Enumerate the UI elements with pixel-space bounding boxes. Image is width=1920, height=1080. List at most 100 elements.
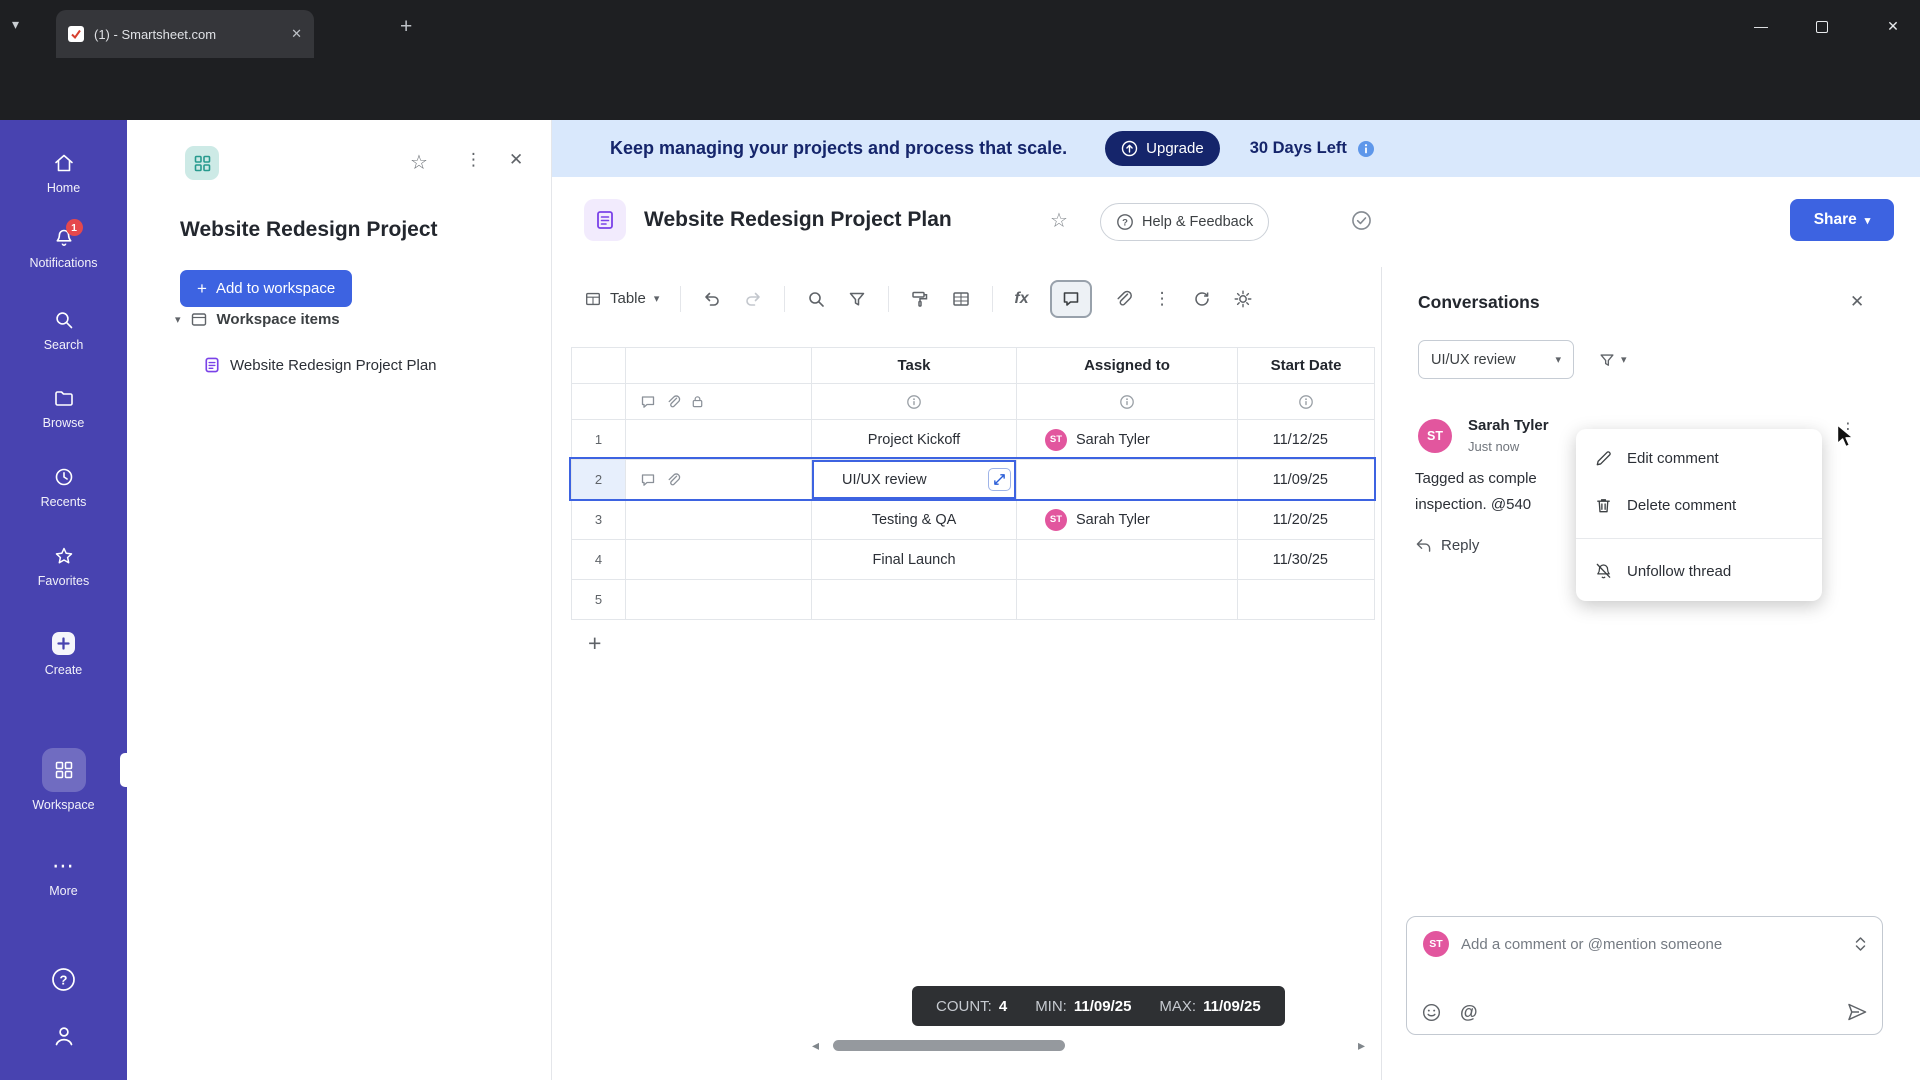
row-number[interactable]: 5 xyxy=(572,580,626,620)
attachment-icon[interactable] xyxy=(665,394,681,410)
upgrade-button[interactable]: Upgrade xyxy=(1105,131,1220,166)
sidebar-item-browse[interactable]: Browse xyxy=(0,386,127,430)
workspace-items-section[interactable]: ▾ Workspace items xyxy=(175,310,340,328)
window-maximize-button[interactable] xyxy=(1816,21,1828,33)
assigned-cell[interactable] xyxy=(1017,540,1238,580)
share-button[interactable]: Share ▾ xyxy=(1790,199,1894,241)
sidebar-item-create[interactable]: Create xyxy=(0,630,127,677)
comment-kebab-icon[interactable]: ⋮ xyxy=(1840,419,1856,439)
window-close-button[interactable]: ✕ xyxy=(1880,18,1906,35)
task-cell[interactable]: Project Kickoff xyxy=(812,420,1017,460)
composer-expand-icon[interactable] xyxy=(1853,934,1868,954)
scroll-right-arrow[interactable]: ▸ xyxy=(1358,1037,1365,1054)
date-cell[interactable]: 11/12/25 xyxy=(1238,420,1375,460)
help-feedback-button[interactable]: ? Help & Feedback xyxy=(1100,203,1270,241)
tab-search-chevron-icon[interactable]: ▾ xyxy=(12,16,19,33)
settings-gear-icon[interactable] xyxy=(1233,289,1253,309)
panel-close-icon[interactable]: ✕ xyxy=(509,150,523,170)
task-cell[interactable]: Testing & QA xyxy=(812,500,1017,540)
date-cell[interactable]: 11/30/25 xyxy=(1238,540,1375,580)
window-minimize-button[interactable]: — xyxy=(1748,18,1774,34)
sidebar-item-search[interactable]: Search xyxy=(0,308,127,352)
sidebar-item-notifications[interactable]: 1 Notifications xyxy=(0,219,127,270)
assigned-cell[interactable]: ST Sarah Tyler xyxy=(1017,420,1238,460)
date-cell[interactable] xyxy=(1238,580,1375,620)
sheet-favorite-star-icon[interactable]: ☆ xyxy=(1050,208,1068,233)
date-cell[interactable]: 11/20/25 xyxy=(1238,500,1375,540)
row-number[interactable]: 2 xyxy=(572,460,626,500)
chevron-down-icon[interactable]: ▾ xyxy=(175,313,181,326)
row-icons-header[interactable] xyxy=(626,348,812,384)
assigned-cell[interactable] xyxy=(1017,460,1238,500)
row-number[interactable]: 4 xyxy=(572,540,626,580)
comment-icon[interactable] xyxy=(640,394,656,410)
menu-item-delete-comment[interactable]: Delete comment xyxy=(1576,482,1822,529)
conversations-close-icon[interactable]: ✕ xyxy=(1850,292,1864,312)
formula-icon[interactable]: fx xyxy=(1014,290,1028,308)
reply-button[interactable]: Reply xyxy=(1415,537,1479,554)
conversation-filter-button[interactable]: ▾ xyxy=(1592,340,1633,379)
attachment-icon[interactable] xyxy=(665,472,681,488)
header-row-icons xyxy=(626,384,812,420)
scroll-left-arrow[interactable]: ◂ xyxy=(812,1037,819,1054)
add-row-button[interactable]: + xyxy=(588,630,601,657)
column-header-task[interactable]: Task xyxy=(812,348,1017,384)
browser-tab[interactable]: (1) - Smartsheet.com ✕ xyxy=(56,10,314,58)
row-icons-cell[interactable] xyxy=(626,540,812,580)
menu-item-unfollow-thread[interactable]: Unfollow thread xyxy=(1576,548,1822,595)
cell-format-icon[interactable] xyxy=(951,289,971,309)
sidebar-item-home[interactable]: Home xyxy=(0,151,127,195)
task-info-icon[interactable] xyxy=(812,384,1017,420)
column-header-assigned[interactable]: Assigned to xyxy=(1017,348,1238,384)
horizontal-scrollbar-thumb[interactable] xyxy=(833,1040,1065,1051)
task-cell-selected[interactable]: UI/UX review xyxy=(812,460,1017,500)
mention-icon[interactable]: @ xyxy=(1460,1002,1478,1023)
format-painter-icon[interactable] xyxy=(910,289,930,309)
task-cell[interactable] xyxy=(812,580,1017,620)
search-icon[interactable] xyxy=(806,289,826,309)
emoji-icon[interactable] xyxy=(1421,1002,1442,1023)
add-to-workspace-button[interactable]: + Add to workspace xyxy=(180,270,353,307)
favorite-star-icon[interactable]: ☆ xyxy=(410,150,428,175)
activity-history-icon[interactable] xyxy=(1192,289,1212,309)
sidebar-item-workspace[interactable]: Workspace xyxy=(0,748,127,812)
sheet-list-item[interactable]: Website Redesign Project Plan xyxy=(203,356,437,374)
toolbar-kebab-icon[interactable]: ⋮ xyxy=(1154,289,1171,309)
new-tab-button[interactable]: + xyxy=(400,16,412,38)
sidebar-help-button[interactable]: ? xyxy=(0,966,127,993)
tab-close-icon[interactable]: ✕ xyxy=(291,26,302,42)
row-icons-cell[interactable] xyxy=(626,500,812,540)
row-icons-cell[interactable] xyxy=(626,420,812,460)
comment-icon[interactable] xyxy=(640,472,656,488)
info-icon[interactable] xyxy=(1357,140,1375,158)
thread-filter-dropdown[interactable]: UI/UX review ▾ xyxy=(1418,340,1574,379)
sidebar-item-recents[interactable]: Recents xyxy=(0,465,127,509)
row-number[interactable]: 1 xyxy=(572,420,626,460)
send-icon[interactable] xyxy=(1846,1001,1868,1023)
undo-icon[interactable] xyxy=(702,289,722,309)
sidebar-item-more[interactable]: ⋯ More xyxy=(0,854,127,899)
comment-input[interactable] xyxy=(1461,935,1841,953)
task-cell[interactable]: Final Launch xyxy=(812,540,1017,580)
panel-kebab-icon[interactable]: ⋮ xyxy=(465,150,482,170)
sidebar-account-button[interactable] xyxy=(0,1023,127,1049)
comments-toggle-button[interactable] xyxy=(1049,279,1092,318)
column-header-start-date[interactable]: Start Date xyxy=(1238,348,1375,384)
date-cell[interactable]: 11/09/25 xyxy=(1238,460,1375,500)
attachment-icon[interactable] xyxy=(1113,289,1133,309)
sheet-title: Website Redesign Project Plan xyxy=(644,208,952,231)
row-icons-cell[interactable] xyxy=(626,460,812,500)
row-number[interactable]: 3 xyxy=(572,500,626,540)
assigned-cell[interactable]: ST Sarah Tyler xyxy=(1017,500,1238,540)
row-number-header[interactable] xyxy=(572,348,626,384)
redo-icon[interactable] xyxy=(743,289,763,309)
filter-icon[interactable] xyxy=(847,289,867,309)
assigned-info-icon[interactable] xyxy=(1017,384,1238,420)
row-icons-cell[interactable] xyxy=(626,580,812,620)
sidebar-item-favorites[interactable]: Favorites xyxy=(0,544,127,588)
menu-item-edit-comment[interactable]: Edit comment xyxy=(1576,435,1822,482)
start-date-info-icon[interactable] xyxy=(1238,384,1375,420)
view-selector-button[interactable]: Table ▾ xyxy=(584,290,659,308)
expand-cell-button[interactable] xyxy=(988,468,1011,491)
assigned-cell[interactable] xyxy=(1017,580,1238,620)
